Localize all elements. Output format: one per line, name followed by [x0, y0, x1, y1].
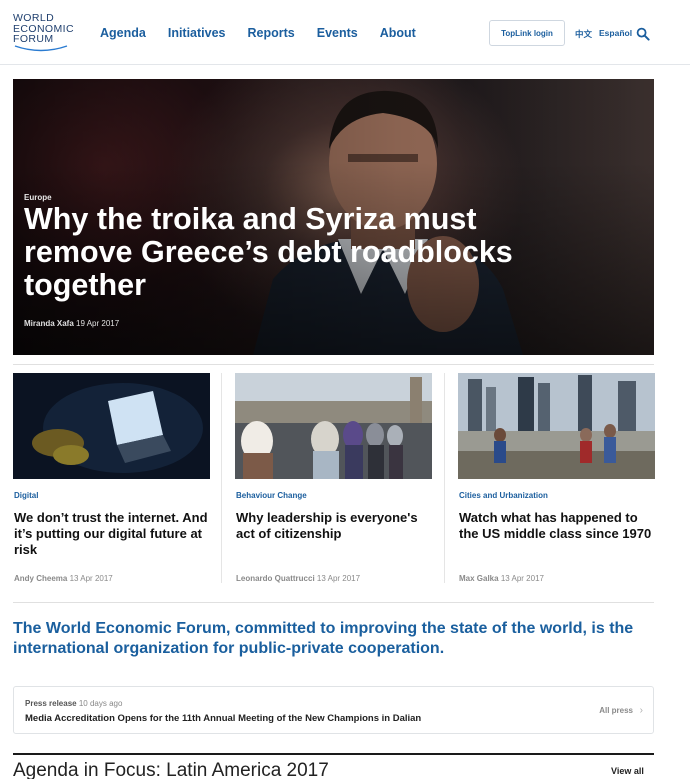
- logo-line-1: WORLD: [13, 12, 55, 24]
- logo-arc-icon: [14, 45, 68, 52]
- search-icon[interactable]: [636, 27, 650, 41]
- card-photo-laptop: [13, 373, 210, 479]
- hero-title[interactable]: Why the troika and Syriza must remove Gr…: [24, 203, 544, 302]
- story-card-cities[interactable]: Cities and Urbanization Watch what has h…: [458, 373, 655, 585]
- press-type: Press release: [25, 699, 77, 708]
- card-author[interactable]: Leonardo Quattrucci: [236, 574, 315, 583]
- card-title[interactable]: Why leadership is everyone's act of citi…: [236, 510, 432, 542]
- main-nav: Agenda Initiatives Reports Events About: [100, 26, 438, 40]
- press-label: Press release 10 days ago: [25, 699, 122, 708]
- nav-initiatives[interactable]: Initiatives: [168, 26, 226, 40]
- card-date: 13 Apr 2017: [316, 574, 361, 583]
- card-category[interactable]: Digital: [14, 491, 38, 500]
- wef-logo[interactable]: WORLD ECONOMIC FORUM: [13, 13, 83, 55]
- language-chinese-link[interactable]: 中文: [575, 28, 592, 40]
- hero-category[interactable]: Europe: [24, 193, 52, 202]
- card-title[interactable]: We don’t trust the internet. And it’s pu…: [14, 510, 210, 558]
- site-header: WORLD ECONOMIC FORUM Agenda Initiatives …: [0, 0, 690, 65]
- nav-agenda[interactable]: Agenda: [100, 26, 146, 40]
- chevron-right-icon: ›: [639, 705, 643, 716]
- column-divider: [444, 373, 445, 583]
- divider: [13, 602, 654, 603]
- card-category[interactable]: Cities and Urbanization: [459, 491, 548, 500]
- section-rule: [13, 753, 654, 755]
- press-age: 10 days ago: [78, 699, 123, 708]
- card-category[interactable]: Behaviour Change: [236, 491, 307, 500]
- press-release-box[interactable]: Press release 10 days ago Media Accredit…: [13, 686, 654, 734]
- agenda-in-focus-title: Agenda in Focus: Latin America 2017: [13, 760, 329, 779]
- hero-author[interactable]: Miranda Xafa: [24, 319, 74, 328]
- hero-meta: Miranda Xafa 19 Apr 2017: [24, 319, 119, 328]
- toplink-login-button[interactable]: TopLink login: [489, 20, 565, 46]
- press-title[interactable]: Media Accreditation Opens for the 11th A…: [25, 713, 421, 724]
- nav-events[interactable]: Events: [317, 26, 358, 40]
- card-author[interactable]: Max Galka: [459, 574, 499, 583]
- column-divider: [221, 373, 222, 583]
- nav-reports[interactable]: Reports: [248, 26, 295, 40]
- card-date: 13 Apr 2017: [69, 574, 113, 583]
- story-card-digital[interactable]: Digital We don’t trust the internet. And…: [13, 373, 210, 585]
- card-title[interactable]: Watch what has happened to the US middle…: [459, 510, 655, 542]
- hero-story[interactable]: Europe Why the troika and Syriza must re…: [13, 79, 654, 355]
- story-card-behaviour[interactable]: Behaviour Change Why leadership is every…: [235, 373, 432, 585]
- view-all-link[interactable]: View all: [611, 766, 644, 776]
- card-photo-women-bridge: [235, 373, 432, 479]
- card-photo-city-river: [458, 373, 655, 479]
- divider: [13, 364, 654, 365]
- mission-statement: The World Economic Forum, committed to i…: [13, 620, 634, 657]
- nav-about[interactable]: About: [380, 26, 416, 40]
- language-spanish-link[interactable]: Español: [599, 28, 632, 38]
- hero-date: 19 Apr 2017: [76, 319, 120, 328]
- card-meta: Andy Cheema 13 Apr 2017: [14, 574, 113, 583]
- card-meta: Max Galka 13 Apr 2017: [459, 574, 544, 583]
- card-author[interactable]: Andy Cheema: [14, 574, 67, 583]
- card-date: 13 Apr 2017: [500, 574, 544, 583]
- card-meta: Leonardo Quattrucci 13 Apr 2017: [236, 574, 360, 583]
- all-press-link[interactable]: All press: [599, 706, 633, 715]
